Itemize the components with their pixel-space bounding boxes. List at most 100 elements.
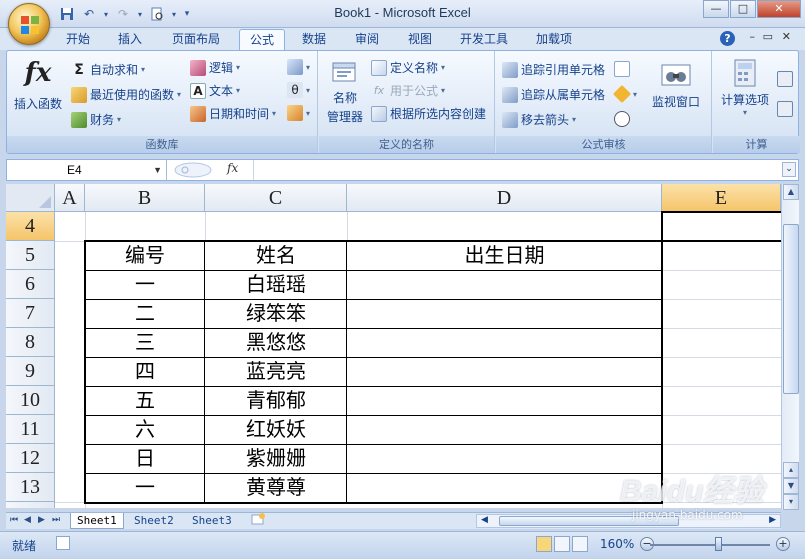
scroll-up-icon[interactable]: ▲ xyxy=(783,184,799,200)
macro-record-icon[interactable] xyxy=(56,536,70,550)
row-header-4[interactable]: 4 xyxy=(6,212,55,241)
tab-review[interactable]: 审阅 xyxy=(347,29,387,50)
table-cell[interactable] xyxy=(347,328,662,357)
table-header-cell[interactable]: 姓名 xyxy=(205,241,347,270)
table-cell[interactable]: 六 xyxy=(85,415,205,444)
tab-formulas[interactable]: 公式 xyxy=(239,29,285,50)
table-cell[interactable] xyxy=(347,386,662,415)
zoom-level[interactable]: 160% xyxy=(600,537,634,551)
row-header-6[interactable]: 6 xyxy=(6,270,55,299)
table-cell[interactable]: 绿笨笨 xyxy=(205,299,347,328)
calculation-options-button[interactable]: 计算选项 ▾ xyxy=(715,57,775,117)
error-checking-button[interactable]: ▾ xyxy=(612,84,637,104)
table-cell[interactable]: 白瑶瑶 xyxy=(205,270,347,299)
page-layout-view-icon[interactable] xyxy=(554,536,570,552)
column-header-b[interactable]: B xyxy=(85,184,205,212)
zoom-in-icon[interactable]: + xyxy=(776,537,790,551)
last-sheet-icon[interactable]: ⏭ xyxy=(52,515,60,525)
show-formulas-button[interactable] xyxy=(614,61,630,77)
table-header-cell[interactable]: 出生日期 xyxy=(347,241,662,270)
select-all-button[interactable] xyxy=(6,184,55,212)
close-button[interactable]: ✕ xyxy=(757,0,801,18)
next-page-icon[interactable]: ▾ xyxy=(783,494,799,510)
recently-used-button[interactable]: 最近使用的函数 ▾ xyxy=(71,86,181,103)
insert-function-fx-icon[interactable]: fx xyxy=(227,161,238,175)
ribbon-close-icon[interactable]: ✕ xyxy=(782,30,791,43)
maximize-button[interactable]: □ xyxy=(730,0,756,18)
scroll-right-icon[interactable]: ▶ xyxy=(769,515,776,525)
table-cell[interactable]: 日 xyxy=(85,444,205,473)
row-header-8[interactable]: 8 xyxy=(6,328,55,357)
minimize-button[interactable]: — xyxy=(703,0,729,18)
trace-dependents-button[interactable]: 追踪从属单元格 xyxy=(502,86,605,103)
tab-add-ins[interactable]: 加载项 xyxy=(528,29,580,50)
horizontal-scrollbar[interactable]: ◀ ▶ xyxy=(476,514,781,528)
create-from-selection-button[interactable]: 根据所选内容创建 xyxy=(371,105,486,122)
zoom-slider-thumb[interactable] xyxy=(715,537,722,551)
tab-data[interactable]: 数据 xyxy=(294,29,334,50)
formula-input[interactable] xyxy=(253,160,778,180)
column-header-d[interactable]: D xyxy=(347,184,662,212)
column-header-e[interactable]: E xyxy=(662,184,781,212)
row-header-7[interactable]: 7 xyxy=(6,299,55,328)
previous-page-icon[interactable]: ▴ xyxy=(783,462,799,478)
evaluate-formula-button[interactable] xyxy=(614,111,630,127)
table-cell[interactable]: 四 xyxy=(85,357,205,386)
watch-window-button[interactable]: 监视窗口 xyxy=(646,59,706,110)
tab-home[interactable]: 开始 xyxy=(58,29,98,50)
row-header-12[interactable]: 12 xyxy=(6,444,55,473)
normal-view-icon[interactable] xyxy=(536,536,552,552)
expand-formula-bar-icon[interactable]: ⌄ xyxy=(782,162,796,177)
name-box[interactable]: E4 ▼ xyxy=(7,160,167,180)
row-header-9[interactable]: 9 xyxy=(6,357,55,386)
insert-sheet-icon[interactable] xyxy=(244,513,274,529)
table-cell[interactable] xyxy=(347,357,662,386)
table-cell[interactable]: 红妖妖 xyxy=(205,415,347,444)
scroll-down-icon[interactable]: ▼ xyxy=(783,478,799,494)
lookup-reference-button[interactable]: ▾ xyxy=(287,59,310,75)
define-name-button[interactable]: 定义名称 ▾ xyxy=(371,59,445,76)
scroll-left-icon[interactable]: ◀ xyxy=(481,515,488,525)
zoom-slider[interactable] xyxy=(650,544,770,546)
column-header-a[interactable]: A xyxy=(55,184,85,212)
table-cell[interactable] xyxy=(347,299,662,328)
tab-view[interactable]: 视图 xyxy=(400,29,440,50)
table-cell[interactable]: 三 xyxy=(85,328,205,357)
financial-button[interactable]: 财务 ▾ xyxy=(71,111,121,128)
ribbon-restore-icon[interactable]: ▭ xyxy=(763,30,773,43)
more-functions-button[interactable]: ▾ xyxy=(287,105,310,121)
tab-developer[interactable]: 开发工具 xyxy=(452,29,516,50)
calculate-now-button[interactable] xyxy=(777,71,793,87)
next-sheet-icon[interactable]: ▶ xyxy=(38,515,45,525)
row-header-10[interactable]: 10 xyxy=(6,386,55,415)
tab-page-layout[interactable]: 页面布局 xyxy=(164,29,228,50)
tab-insert[interactable]: 插入 xyxy=(110,29,150,50)
table-cell[interactable]: 青郁郁 xyxy=(205,386,347,415)
sheet-tab-sheet2[interactable]: Sheet2 xyxy=(128,513,180,529)
math-trig-button[interactable]: θ ▾ xyxy=(287,82,310,98)
splitter-handle-icon[interactable] xyxy=(173,162,213,178)
table-cell[interactable]: 一 xyxy=(85,473,205,502)
use-in-formula-button[interactable]: fx 用于公式 ▾ xyxy=(371,82,445,99)
row-header-13[interactable]: 13 xyxy=(6,473,55,502)
sheet-tab-sheet1[interactable]: Sheet1 xyxy=(70,513,124,529)
trace-precedents-button[interactable]: 追踪引用单元格 xyxy=(502,61,605,78)
text-button[interactable]: A 文本 ▾ xyxy=(190,82,240,99)
office-button[interactable] xyxy=(8,3,50,45)
sheet-tab-sheet3[interactable]: Sheet3 xyxy=(186,513,238,529)
worksheet-grid[interactable]: A B C D E 4 5 6 7 8 9 10 11 12 13 编号 姓名 … xyxy=(6,184,781,508)
autosum-button[interactable]: Σ 自动求和 ▾ xyxy=(71,61,145,78)
selected-cell-e4[interactable] xyxy=(661,211,781,242)
column-header-c[interactable]: C xyxy=(205,184,347,212)
table-cell[interactable] xyxy=(347,415,662,444)
page-break-view-icon[interactable] xyxy=(572,536,588,552)
table-cell[interactable]: 紫姗姗 xyxy=(205,444,347,473)
table-header-cell[interactable]: 编号 xyxy=(85,241,205,270)
first-sheet-icon[interactable]: ⏮ xyxy=(10,515,18,525)
table-cell[interactable]: 蓝亮亮 xyxy=(205,357,347,386)
horizontal-scroll-thumb[interactable] xyxy=(499,516,679,526)
scroll-thumb[interactable] xyxy=(783,224,799,394)
logical-button[interactable]: 逻辑 ▾ xyxy=(190,59,240,76)
table-cell[interactable] xyxy=(347,473,662,502)
ribbon-minimize-icon[interactable]: – xyxy=(750,30,756,43)
